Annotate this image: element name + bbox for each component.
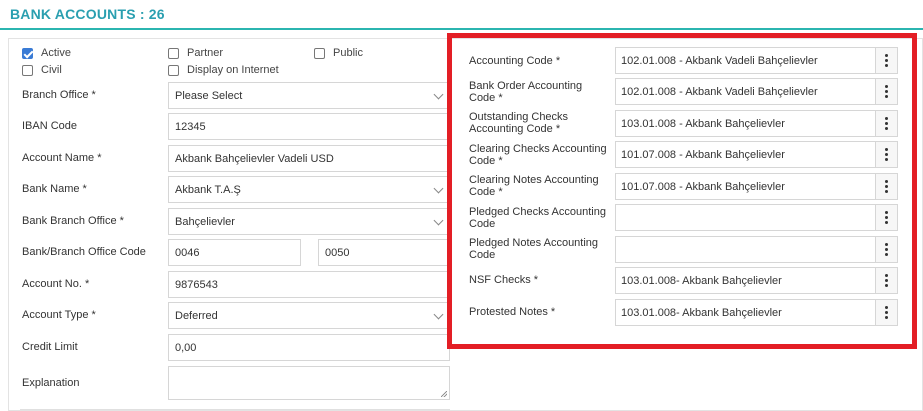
partner-label: Partner [187,47,224,59]
public-checkbox[interactable]: Public [314,47,363,59]
branch-office-select[interactable]: Please Select [168,82,450,109]
account-no-input[interactable]: 9876543 [168,271,450,298]
protested-notes-input[interactable]: 103.01.008- Akbank Bahçelievler [615,299,876,326]
outstanding-checks-accounting-code-label: Outstanding Checks Accounting Code * [469,111,569,135]
clearing-notes-accounting-code-input[interactable]: 101.07.008 - Akbank Bahçelievler [615,173,876,200]
civil-label: Civil [41,64,62,76]
active-checkbox[interactable]: Active [22,47,71,59]
pledged-checks-accounting-code-label: Pledged Checks Accounting Code [469,206,606,230]
account-type-label: Account Type * [22,309,96,321]
civil-checkbox[interactable]: Civil [22,64,62,76]
bank-code-input[interactable]: 0046 [168,239,301,266]
more-vertical-icon[interactable] [876,267,898,294]
display-on-internet-checkbox[interactable]: Display on Internet [168,64,279,76]
iban-code-label: IBAN Code [22,120,78,132]
account-name-input[interactable]: Akbank Bahçelievler Vadeli USD [168,145,450,172]
accounting-code-label: Accounting Code * [469,55,561,67]
pledged-checks-accounting-code-input[interactable] [615,204,876,231]
clearing-checks-accounting-code-label: Clearing Checks Accounting Code * [469,143,607,167]
explanation-textarea[interactable] [168,366,450,400]
pledged-notes-accounting-code-label: Pledged Notes Accounting Code [469,237,599,261]
more-vertical-icon[interactable] [876,141,898,168]
branch-office-label: Branch Office * [22,89,96,101]
more-vertical-icon[interactable] [876,173,898,200]
protested-notes-label: Protested Notes * [469,306,556,318]
clearing-checks-accounting-code-input[interactable]: 101.07.008 - Akbank Bahçelievler [615,141,876,168]
nsf-checks-input[interactable]: 103.01.008- Akbank Bahçelievler [615,267,876,294]
pledged-notes-accounting-code-input[interactable] [615,236,876,263]
display-on-internet-label: Display on Internet [187,64,279,76]
checkbox-checked-icon[interactable] [22,47,33,59]
more-vertical-icon[interactable] [876,236,898,263]
bank-branch-office-label: Bank Branch Office * [22,215,124,227]
outstanding-checks-accounting-code-input[interactable]: 103.01.008 - Akbank Bahçelievler [615,110,876,137]
checkbox-icon[interactable] [22,64,33,76]
bank-name-label: Bank Name * [22,183,87,195]
more-vertical-icon[interactable] [876,78,898,105]
checkbox-icon[interactable] [168,47,179,59]
more-vertical-icon[interactable] [876,204,898,231]
divider [20,409,450,410]
iban-code-input[interactable]: 12345 [168,113,450,140]
account-name-label: Account Name * [22,152,102,164]
active-label: Active [41,47,71,59]
partner-checkbox[interactable]: Partner [168,47,223,59]
more-vertical-icon[interactable] [876,110,898,137]
public-label: Public [333,47,363,59]
more-vertical-icon[interactable] [876,47,898,74]
branch-office-code-input[interactable]: 0050 [318,239,450,266]
checkbox-icon[interactable] [314,47,325,59]
clearing-notes-accounting-code-label: Clearing Notes Accounting Code * [469,174,599,198]
credit-limit-label: Credit Limit [22,341,78,353]
account-no-label: Account No. * [22,278,90,290]
accounting-code-input[interactable]: 102.01.008 - Akbank Vadeli Bahçelievler [615,47,876,74]
bank-order-accounting-code-input[interactable]: 102.01.008 - Akbank Vadeli Bahçelievler [615,78,876,105]
account-type-select[interactable]: Deferred [168,302,450,329]
checkbox-icon[interactable] [168,64,179,76]
bank-branch-office-select[interactable]: Bahçelievler [168,208,450,235]
credit-limit-input[interactable]: 0,00 [168,334,450,361]
bank-order-accounting-code-label: Bank Order Accounting Code * [469,80,583,104]
nsf-checks-label: NSF Checks * [469,274,539,286]
bank-name-select[interactable]: Akbank T.A.Ş [168,176,450,203]
more-vertical-icon[interactable] [876,299,898,326]
explanation-label: Explanation [22,377,80,389]
page-title: BANK ACCOUNTS : 26 [10,6,165,22]
bank-branch-code-label: Bank/Branch Office Code [22,246,146,258]
page-header: BANK ACCOUNTS : 26 [0,0,923,30]
resize-grip-icon[interactable] [441,391,447,397]
